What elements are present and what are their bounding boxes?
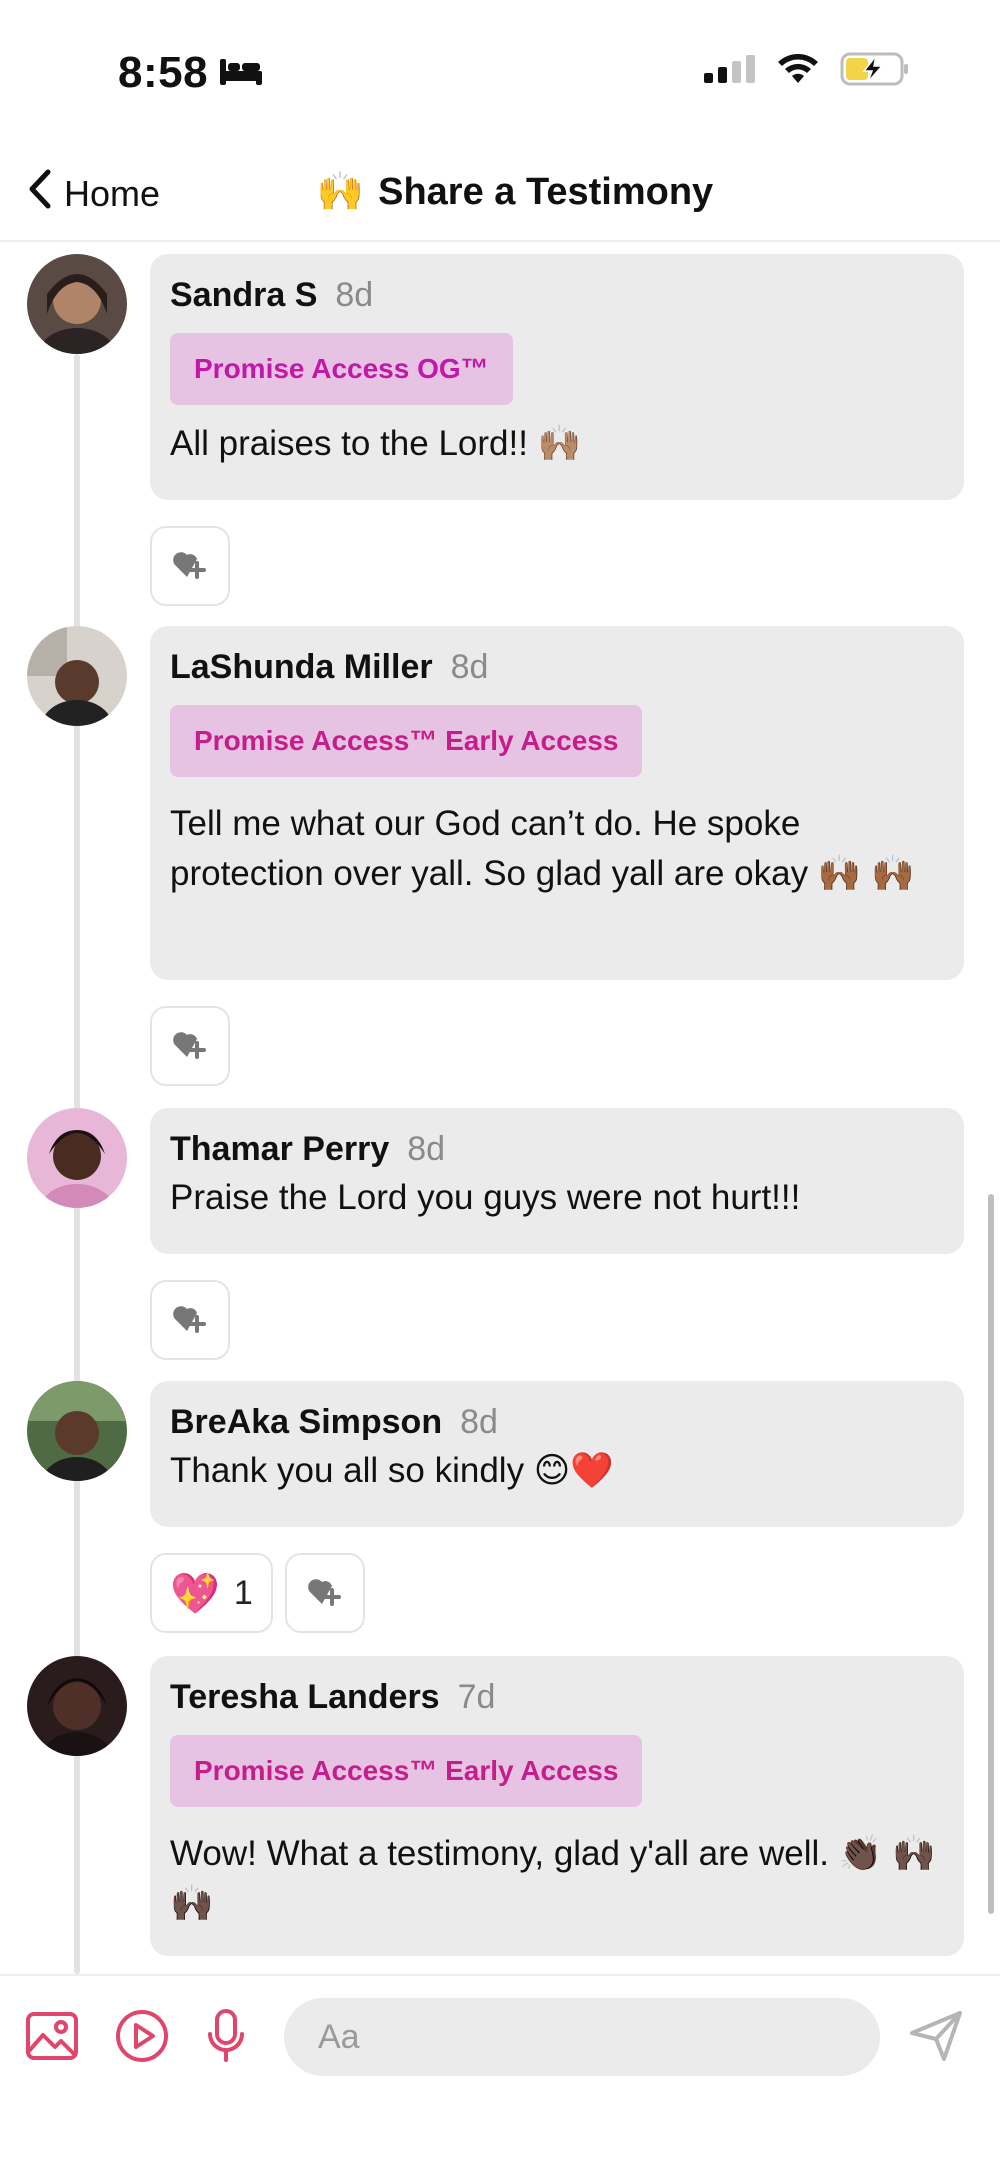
avatar[interactable] [27, 1108, 127, 1208]
status-time-text: 8:58 [118, 48, 209, 97]
comment-bubble: LaShunda Miller 8d Promise Access™ Early… [150, 626, 964, 980]
reaction-count: 1 [233, 1573, 253, 1612]
microphone-icon[interactable] [196, 2006, 256, 2066]
raised-hands-emoji: 🙌 [316, 171, 365, 213]
heart-plus-icon [306, 1576, 344, 1611]
comment-header: BreAka Simpson 8d [170, 1403, 944, 1442]
add-reaction-button[interactable] [150, 1006, 230, 1086]
scrollbar[interactable] [988, 1194, 994, 1914]
signal-icon [704, 55, 756, 88]
comment-header: LaShunda Miller 8d [170, 648, 944, 687]
add-reaction-button[interactable] [150, 1280, 230, 1360]
send-icon[interactable] [906, 2006, 966, 2066]
avatar[interactable] [27, 254, 127, 354]
status-indicators [704, 52, 910, 91]
heart-plus-icon [171, 1029, 209, 1064]
heart-plus-icon [171, 1303, 209, 1338]
add-reaction-button[interactable] [284, 1553, 365, 1633]
reaction-row [150, 1280, 230, 1360]
author-name[interactable]: Sandra S [170, 276, 317, 315]
comment-text: Thank you all so kindly 😊❤️ [170, 1451, 614, 1490]
top-nav: Home 🙌 Share a Testimony [0, 150, 1000, 242]
sparkling-heart-emoji: 💖 [170, 1571, 220, 1616]
page-title-text: Share a Testimony [378, 170, 714, 213]
comment-text: All praises to the Lord!! 🙌🏽 [170, 424, 582, 463]
comment-feed[interactable]: Sandra S 8d Promise Access OG™ All prais… [0, 244, 1000, 1974]
add-reaction-button[interactable] [150, 526, 230, 606]
wifi-icon [776, 53, 820, 90]
comment-text: Tell me what our God can’t do. He spoke … [170, 804, 915, 893]
comment-header: Thamar Perry 8d [170, 1130, 944, 1169]
member-badge: Promise Access OG™ [170, 333, 513, 405]
comment-age: 8d [460, 1403, 498, 1441]
status-time: 8:58 [118, 48, 264, 98]
bed-icon [218, 48, 264, 98]
author-name[interactable]: LaShunda Miller [170, 648, 433, 687]
battery-charging-icon [840, 52, 910, 91]
message-composer [0, 1974, 1000, 2173]
member-badge: Promise Access™ Early Access [170, 705, 643, 777]
reaction-chip[interactable]: 💖 1 [150, 1553, 273, 1633]
comment-bubble: Teresha Landers 7d Promise Access™ Early… [150, 1656, 964, 1956]
avatar[interactable] [27, 1656, 127, 1756]
comment-header: Sandra S 8d [170, 276, 944, 315]
comment-bubble: Sandra S 8d Promise Access OG™ All prais… [150, 254, 964, 500]
avatar[interactable] [27, 626, 127, 726]
comment-bubble: BreAka Simpson 8d Thank you all so kindl… [150, 1381, 964, 1527]
author-name[interactable]: Thamar Perry [170, 1130, 389, 1169]
comment-age: 8d [407, 1130, 446, 1168]
image-icon[interactable] [22, 2006, 82, 2066]
message-input[interactable] [284, 1998, 880, 2076]
reaction-row [150, 526, 230, 606]
avatar[interactable] [27, 1381, 127, 1481]
comment-age: 7d [457, 1678, 496, 1716]
author-name[interactable]: Teresha Landers [170, 1678, 440, 1717]
comment-bubble: Thamar Perry 8d Praise the Lord you guys… [150, 1108, 964, 1254]
reaction-row [150, 1006, 230, 1086]
reaction-row: 💖 1 [150, 1553, 365, 1633]
member-badge: Promise Access™ Early Access [170, 1735, 643, 1807]
comment-text: Praise the Lord you guys were not hurt!!… [170, 1178, 801, 1217]
video-play-icon[interactable] [112, 2006, 172, 2066]
page-title: 🙌 Share a Testimony [0, 170, 1000, 214]
comment-header: Teresha Landers 7d [170, 1678, 944, 1717]
status-bar: 8:58 [0, 0, 1000, 140]
author-name[interactable]: BreAka Simpson [170, 1403, 442, 1442]
comment-age: 8d [335, 276, 374, 314]
comment-age: 8d [450, 648, 489, 686]
comment-text: Wow! What a testimony, glad y'all are we… [170, 1834, 936, 1923]
heart-plus-icon [171, 549, 209, 584]
